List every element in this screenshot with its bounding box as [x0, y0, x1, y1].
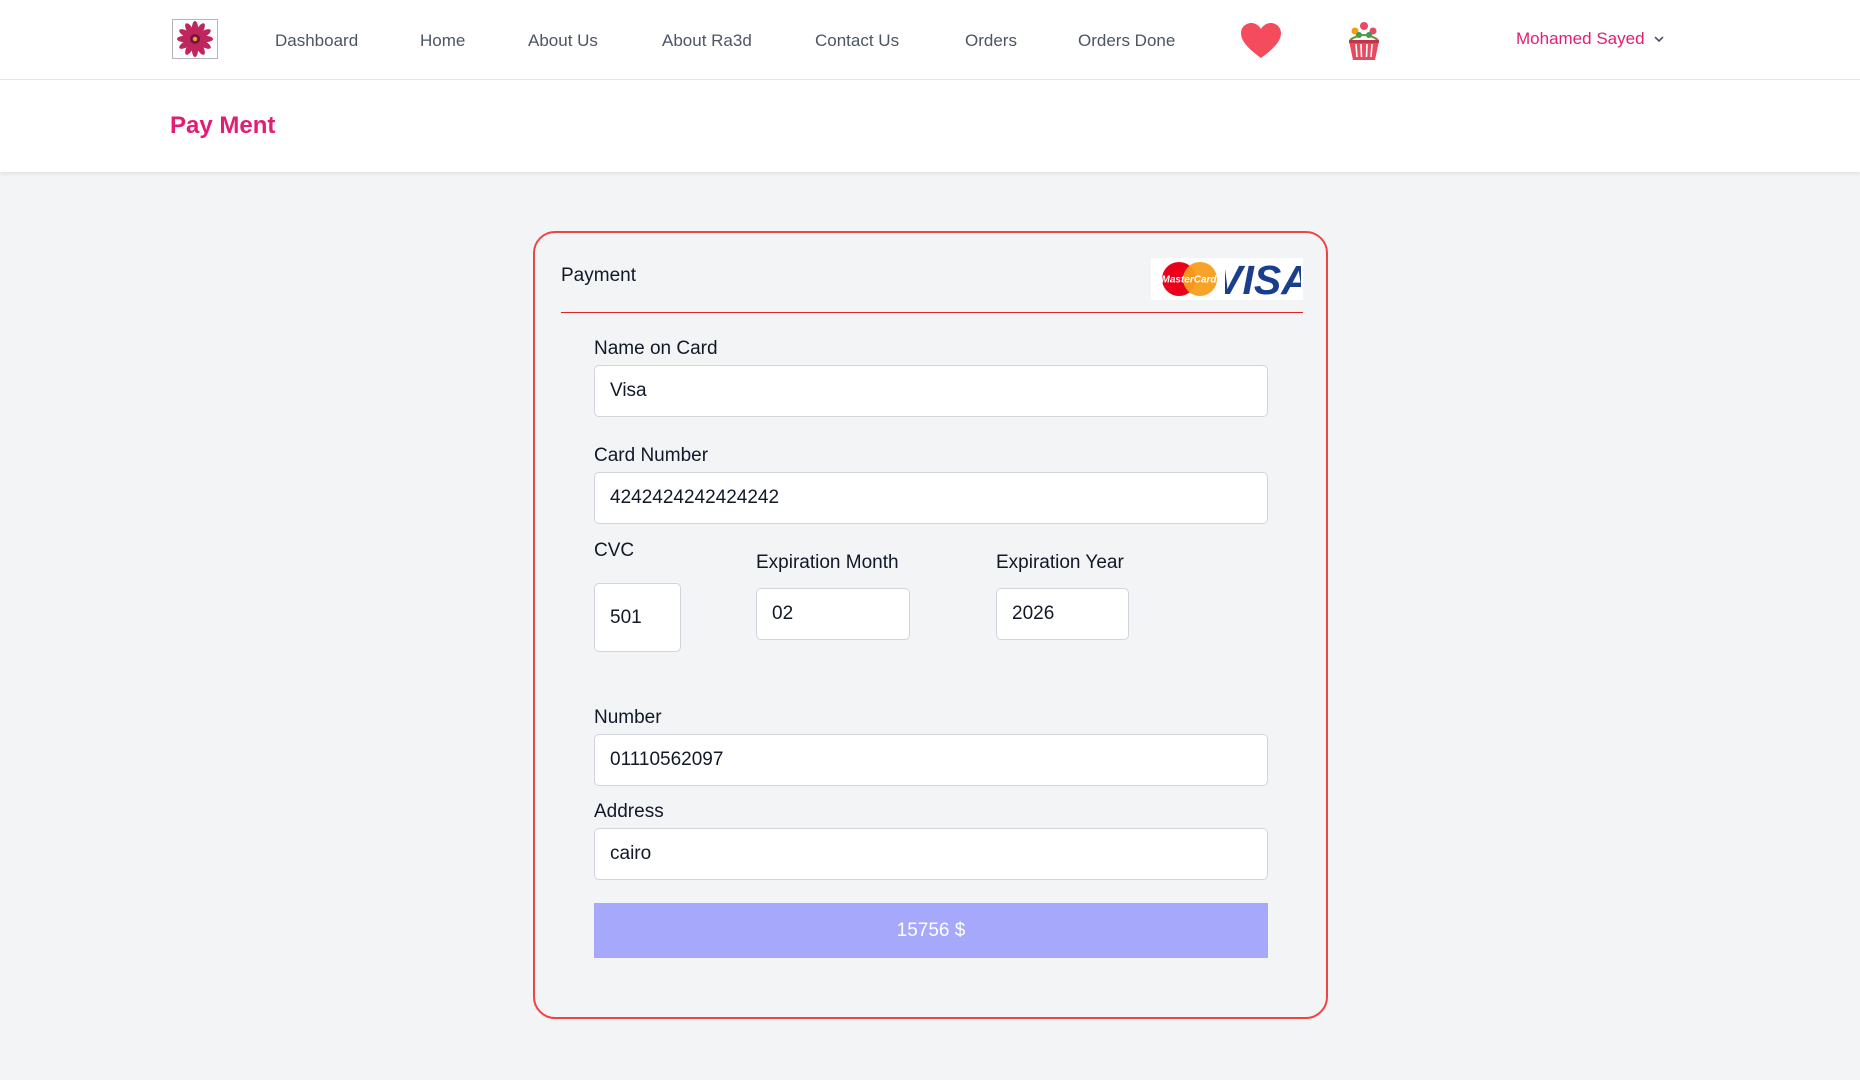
payment-card: Payment MasterCard VISA Name on Card Car… — [533, 231, 1328, 1019]
address-input[interactable] — [594, 828, 1268, 880]
nav-link-orders[interactable]: Orders — [965, 31, 1017, 51]
flower-basket-icon[interactable] — [1344, 20, 1384, 62]
visa-logo-text: VISA — [1225, 258, 1301, 300]
expiration-year-input[interactable] — [996, 588, 1129, 640]
card-brand-logos: MasterCard VISA — [1151, 258, 1303, 300]
pay-button[interactable]: 15756 $ — [594, 903, 1268, 958]
name-on-card-label: Name on Card — [594, 338, 718, 359]
expiration-month-input[interactable] — [756, 588, 910, 640]
phone-number-label: Number — [594, 707, 662, 728]
mastercard-logo: MasterCard — [1161, 262, 1217, 296]
address-label: Address — [594, 801, 664, 822]
expiration-month-label: Expiration Month — [756, 552, 899, 573]
nav-link-about-ra3d[interactable]: About Ra3d — [662, 31, 752, 51]
nav-link-contact-us[interactable]: Contact Us — [815, 31, 899, 51]
cvc-label: CVC — [594, 540, 635, 561]
page-header: Pay Ment — [0, 80, 1860, 172]
card-number-input[interactable] — [594, 472, 1268, 524]
name-on-card-input[interactable] — [594, 365, 1268, 417]
page-title: Pay Ment — [170, 112, 276, 139]
expiration-year-label: Expiration Year — [996, 552, 1124, 573]
nav-link-dashboard[interactable]: Dashboard — [275, 31, 358, 51]
user-menu[interactable]: Mohamed Sayed — [1516, 29, 1665, 49]
user-name: Mohamed Sayed — [1516, 29, 1645, 48]
mastercard-logo-text: MasterCard — [1161, 275, 1217, 286]
top-navbar: Dashboard Home About Us About Ra3d Conta… — [0, 0, 1860, 80]
heart-icon[interactable] — [1240, 22, 1282, 60]
nav-link-home[interactable]: Home — [420, 31, 465, 51]
chevron-down-icon — [1654, 36, 1663, 42]
phone-number-input[interactable] — [594, 734, 1268, 786]
payment-card-title: Payment — [561, 265, 636, 286]
cvc-input[interactable] — [594, 583, 681, 652]
nav-link-about-us[interactable]: About Us — [528, 31, 598, 51]
card-number-label: Card Number — [594, 445, 709, 466]
card-divider — [561, 312, 1303, 313]
nav-link-orders-done[interactable]: Orders Done — [1078, 31, 1175, 51]
flower-logo-icon[interactable] — [172, 19, 218, 59]
visa-logo: VISA — [1225, 258, 1301, 300]
